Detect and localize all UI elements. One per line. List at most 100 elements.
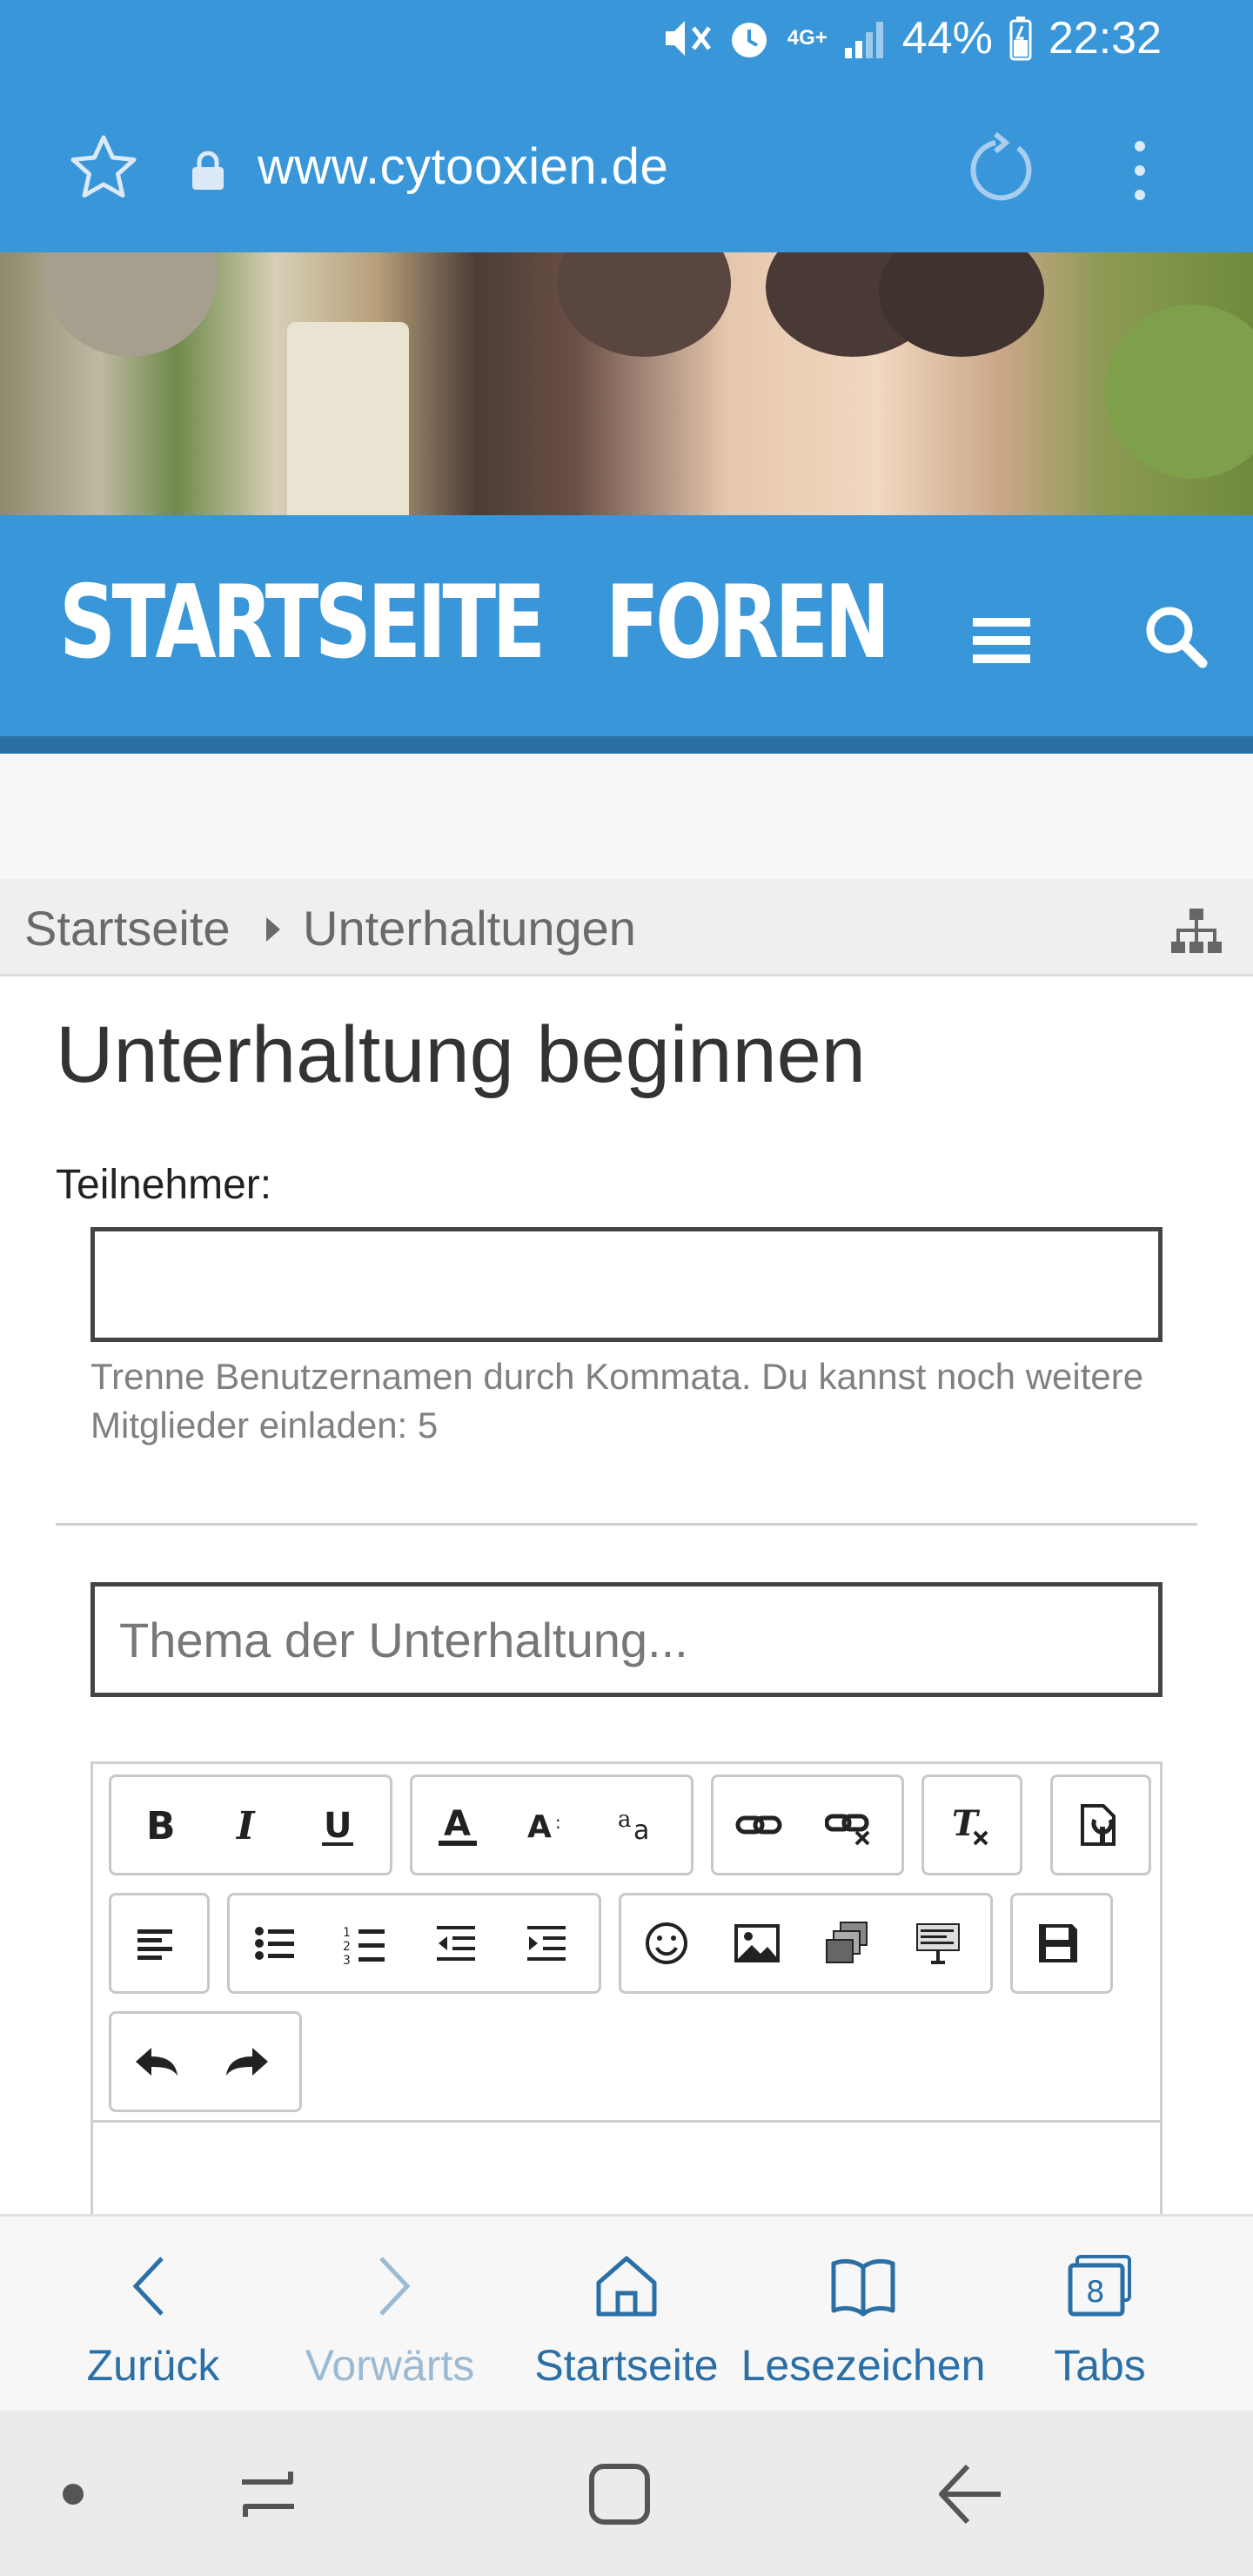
recents-icon[interactable]	[233, 2459, 303, 2529]
toolbar-group-insert	[619, 1893, 993, 1994]
browser-address-bar[interactable]: www.cytooxien.de	[0, 87, 1253, 252]
divider	[56, 1523, 1197, 1526]
undo-button[interactable]	[111, 2014, 202, 2110]
media-button[interactable]	[1053, 1777, 1143, 1873]
lock-icon	[192, 151, 224, 190]
bookmarks-button[interactable]: Lesezeichen	[738, 2217, 988, 2413]
underline-button[interactable]: U	[292, 1777, 383, 1873]
url-text[interactable]: www.cytooxien.de	[258, 138, 668, 196]
participants-hint: Trenne Benutzernamen durch Kommata. Du k…	[90, 1356, 1144, 1446]
home-button[interactable]: Startseite	[501, 2217, 752, 2413]
home-square-icon[interactable]	[585, 2459, 654, 2529]
remove-format-button[interactable]: T	[924, 1777, 1015, 1873]
svg-text:T: T	[952, 1803, 981, 1844]
editor-toolbar: B I U A A: aa T 123	[93, 1764, 1160, 2123]
bullet-list-button[interactable]	[230, 1895, 320, 1991]
page-title: Unterhaltung beginnen	[56, 1010, 866, 1099]
nav-forums-link[interactable]: FOREN	[606, 564, 890, 681]
number-list-button[interactable]: 123	[320, 1895, 411, 1991]
unlink-button[interactable]	[804, 1777, 895, 1873]
reload-icon[interactable]	[966, 132, 1039, 205]
hamburger-menu-icon[interactable]	[973, 616, 1030, 665]
more-options-icon[interactable]	[1122, 136, 1157, 205]
toolbar-group-link	[711, 1774, 904, 1875]
italic-button[interactable]: I	[202, 1777, 292, 1873]
subject-input[interactable]	[90, 1582, 1163, 1697]
gallery-button[interactable]	[802, 1895, 893, 1991]
nav-home-link[interactable]: STARTSEITE	[59, 564, 546, 681]
bookmarks-label: Lesezeichen	[740, 2341, 986, 2390]
mute-icon	[662, 12, 711, 64]
site-banner-image	[0, 252, 1253, 515]
smilies-button[interactable]	[621, 1895, 712, 1991]
toolbar-group-format: T	[921, 1774, 1022, 1875]
svg-text:a: a	[633, 1815, 649, 1846]
breadcrumb-conversations[interactable]: Unterhaltungen	[303, 900, 636, 956]
toolbar-group-media	[1050, 1774, 1151, 1875]
breadcrumb-separator-icon	[266, 917, 280, 942]
clock: 22:32	[1048, 13, 1162, 64]
back-arrow-icon[interactable]	[936, 2459, 1006, 2529]
link-button[interactable]	[714, 1777, 804, 1873]
tabs-button[interactable]: 8 Tabs	[975, 2217, 1225, 2413]
svg-text:a: a	[618, 1807, 632, 1833]
back-label: Zurück	[86, 2341, 220, 2390]
tab-count: 8	[1086, 2275, 1105, 2310]
book-icon	[831, 2258, 895, 2317]
system-navigation-bar	[0, 2411, 1253, 2576]
bookmark-star-icon[interactable]	[68, 132, 139, 204]
browser-bottom-nav: Zurück Vorwärts Startseite Lesezeichen 8…	[0, 2214, 1253, 2411]
chevron-right-icon	[379, 2257, 411, 2316]
font-family-button[interactable]: aa	[593, 1777, 684, 1873]
participants-input[interactable]	[90, 1227, 1163, 1342]
sitemap-icon[interactable]	[1171, 909, 1222, 954]
svg-text::: :	[555, 1812, 561, 1833]
search-icon[interactable]	[1142, 602, 1208, 668]
svg-text:A: A	[527, 1809, 552, 1845]
back-button[interactable]: Zurück	[28, 2217, 278, 2413]
participants-label: Teilnehmer:	[56, 1162, 272, 1208]
navbar-shadow	[0, 736, 1253, 754]
bold-button[interactable]: B	[111, 1777, 202, 1873]
breadcrumb-home[interactable]: Startseite	[24, 900, 231, 956]
battery-icon	[1008, 12, 1033, 64]
toolbar-group-font: A A: aa	[410, 1774, 694, 1875]
tabs-icon: 8	[1068, 2255, 1131, 2317]
site-navbar: STARTSEITE FOREN	[0, 515, 1253, 736]
signal-icon	[843, 12, 887, 64]
forward-label: Vorwärts	[305, 2341, 475, 2390]
alarm-icon	[727, 12, 772, 64]
tabs-label: Tabs	[1054, 2341, 1146, 2390]
toolbar-group-save	[1010, 1893, 1113, 1994]
redo-button[interactable]	[202, 2014, 292, 2110]
code-button[interactable]	[893, 1895, 983, 1991]
align-button[interactable]	[111, 1895, 202, 1991]
image-button[interactable]	[712, 1895, 802, 1991]
spacer	[0, 754, 1253, 879]
toolbar-group-text-style: B I U	[109, 1774, 392, 1875]
home-label: Startseite	[534, 2341, 719, 2390]
svg-text:U: U	[324, 1806, 352, 1846]
outdent-button[interactable]	[411, 1895, 501, 1991]
indent-button[interactable]	[501, 1895, 592, 1991]
save-draft-button[interactable]	[1013, 1895, 1103, 1991]
dot-icon[interactable]	[38, 2459, 108, 2529]
toolbar-group-align	[109, 1893, 210, 1994]
home-icon	[596, 2256, 657, 2317]
svg-text:2: 2	[343, 1940, 351, 1954]
breadcrumb: Startseite Unterhaltungen	[0, 879, 1253, 976]
svg-text:A: A	[444, 1804, 471, 1844]
font-color-button[interactable]: A	[412, 1777, 503, 1873]
svg-text:1: 1	[343, 1926, 351, 1940]
toolbar-group-history	[109, 2011, 302, 2112]
chevron-left-icon	[132, 2257, 164, 2316]
toolbar-group-lists: 123	[227, 1893, 601, 1994]
status-bar: 4G+ 44% 22:32	[0, 0, 1253, 87]
font-size-button[interactable]: A:	[503, 1777, 593, 1873]
screen: { "status_bar": { "network": "4G+", "bat…	[0, 0, 1253, 2576]
svg-text:B: B	[146, 1804, 176, 1848]
svg-text:3: 3	[343, 1954, 351, 1968]
battery-percent: 44%	[901, 13, 993, 64]
network-type: 4G+	[787, 26, 828, 50]
forward-button[interactable]: Vorwärts	[265, 2217, 515, 2413]
